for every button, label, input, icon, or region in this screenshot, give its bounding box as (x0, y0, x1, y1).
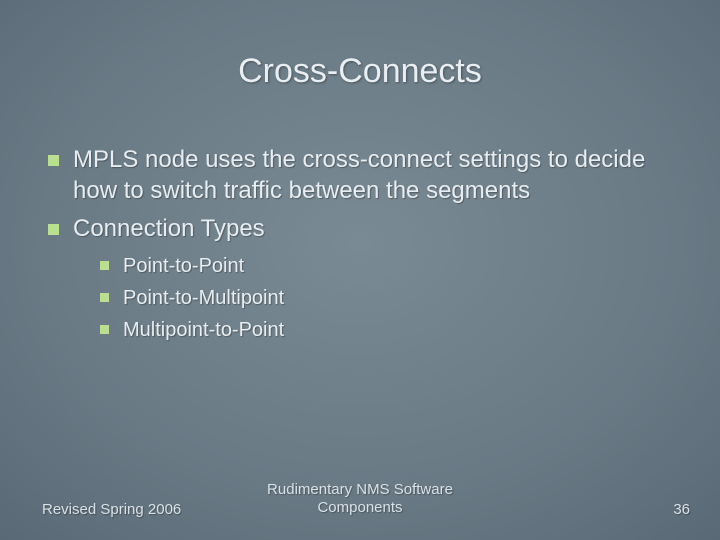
square-bullet-icon (100, 293, 109, 302)
sub-bullet-item: Multipoint-to-Point (100, 317, 684, 343)
bullet-text: Connection Types (73, 214, 265, 245)
footer-center-line2: Components (317, 499, 402, 516)
square-bullet-icon (48, 224, 59, 235)
sub-bullet-item: Point-to-Point (100, 253, 684, 279)
sub-list: Point-to-Point Point-to-Multipoint Multi… (100, 253, 684, 343)
slide-title: Cross-Connects (0, 52, 720, 91)
sub-bullet-item: Point-to-Multipoint (100, 285, 684, 311)
square-bullet-icon (48, 155, 59, 166)
slide-body: MPLS node uses the cross-connect setting… (48, 145, 684, 349)
footer-center-line1: Rudimentary NMS Software (267, 481, 453, 498)
slide-number: 36 (673, 501, 690, 518)
square-bullet-icon (100, 325, 109, 334)
bullet-item: MPLS node uses the cross-connect setting… (48, 145, 684, 206)
bullet-item: Connection Types (48, 214, 684, 245)
sub-bullet-text: Point-to-Multipoint (123, 285, 284, 311)
sub-bullet-text: Multipoint-to-Point (123, 317, 284, 343)
square-bullet-icon (100, 261, 109, 270)
bullet-text: MPLS node uses the cross-connect setting… (73, 145, 684, 206)
footer-center: Rudimentary NMS Software Components (0, 481, 720, 519)
slide-footer: Revised Spring 2006 Rudimentary NMS Soft… (0, 478, 720, 518)
sub-bullet-text: Point-to-Point (123, 253, 244, 279)
slide: Cross-Connects MPLS node uses the cross-… (0, 0, 720, 540)
